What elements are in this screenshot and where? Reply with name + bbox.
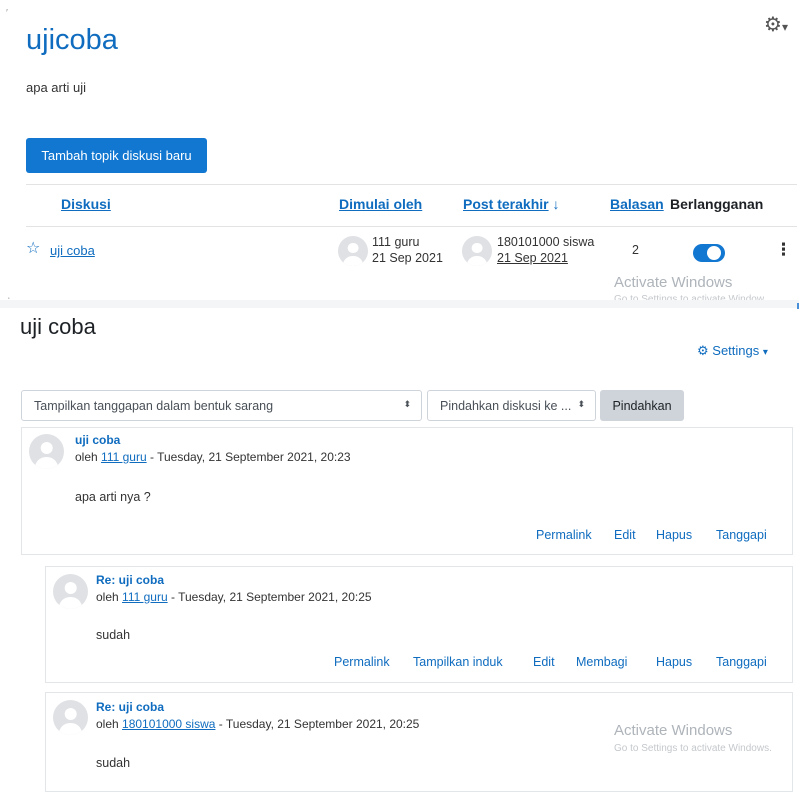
settings-label: Settings <box>712 343 760 358</box>
select-arrow-icon: ⬍ <box>577 399 585 409</box>
avatar <box>53 574 88 609</box>
display-mode-value: Tampilkan tanggapan dalam bentuk sarang <box>34 398 274 413</box>
column-header-discussion[interactable]: Diskusi <box>61 196 111 212</box>
activate-windows-watermark: Activate Windows <box>614 722 733 739</box>
sort-descending-icon: ↓ <box>552 196 560 212</box>
move-discussion-select[interactable]: Pindahkan diskusi ke ... ⬍ <box>427 390 596 421</box>
post-date: - Tuesday, 21 September 2021, 20:23 <box>149 450 351 464</box>
activate-windows-subtext: Go to Settings to activate Windows. <box>614 743 772 754</box>
post-subject: uji coba <box>75 433 121 447</box>
edit-link[interactable]: Edit <box>533 655 555 669</box>
avatar <box>29 434 64 469</box>
screenshot-divider <box>0 300 799 308</box>
last-post-date-link[interactable]: 21 Sep 2021 <box>497 251 568 266</box>
author-link[interactable]: 111 guru <box>101 450 147 464</box>
post-subject: Re: uji coba <box>96 573 165 587</box>
column-header-started-by[interactable]: Dimulai oleh <box>339 196 422 212</box>
post-content: sudah <box>96 628 131 642</box>
author-link[interactable]: 111 guru <box>122 590 168 604</box>
last-post-author: 180101000 siswa <box>497 235 595 249</box>
discussion-title: uji coba <box>20 314 96 339</box>
corner-mark: ′ <box>6 8 8 19</box>
reply-link[interactable]: Tanggapi <box>716 528 767 542</box>
gear-icon: ⚙ <box>697 343 709 358</box>
reply-link[interactable]: Tanggapi <box>716 655 767 669</box>
split-link[interactable]: Membagi <box>576 655 627 669</box>
post-date: - Tuesday, 21 September 2021, 20:25 <box>218 717 420 731</box>
toggle-knob <box>707 246 721 260</box>
column-header-subscription: Berlangganan <box>670 196 764 212</box>
permalink-link[interactable]: Permalink <box>334 655 390 669</box>
delete-link[interactable]: Hapus <box>656 528 692 542</box>
select-arrow-icon: ⬍ <box>403 399 411 409</box>
avatar <box>462 236 492 266</box>
avatar <box>338 236 368 266</box>
column-header-last-post-label: Post terakhir <box>463 196 549 212</box>
star-icon[interactable]: ☆ <box>26 238 40 258</box>
post-byline: oleh 180101000 siswa - Tuesday, 21 Septe… <box>96 717 419 731</box>
edit-link[interactable]: Edit <box>614 528 636 542</box>
post-date: - Tuesday, 21 September 2021, 20:25 <box>170 590 372 604</box>
activate-windows-watermark: Activate Windows <box>614 274 733 291</box>
author-link[interactable]: 180101000 siswa <box>122 717 215 731</box>
post-subject: Re: uji coba <box>96 700 165 714</box>
replies-count: 2 <box>632 243 639 257</box>
move-button[interactable]: Pindahkan <box>600 390 684 421</box>
more-actions-icon[interactable]: ⋮ <box>775 240 792 260</box>
discussion-link[interactable]: uji coba <box>50 243 95 258</box>
byline-prefix: oleh <box>96 590 119 604</box>
column-header-replies[interactable]: Balasan <box>610 196 664 212</box>
chevron-down-icon: ▾ <box>762 347 768 358</box>
corner-mark: ʻ <box>8 296 10 305</box>
started-by-name: 111 guru <box>372 235 420 249</box>
byline-prefix: oleh <box>75 450 98 464</box>
table-top-border <box>26 184 797 185</box>
post-content: apa arti nya ? <box>75 490 151 504</box>
show-parent-link[interactable]: Tampilkan induk <box>413 655 503 669</box>
delete-link[interactable]: Hapus <box>656 655 692 669</box>
post-byline: oleh 111 guru - Tuesday, 21 September 20… <box>96 590 372 604</box>
discussion-settings-menu[interactable]: ⚙ Settings ▾ <box>697 343 768 359</box>
gear-icon: ⚙ <box>764 14 782 36</box>
display-mode-select[interactable]: Tampilkan tanggapan dalam bentuk sarang … <box>21 390 422 421</box>
table-header-border <box>26 226 797 227</box>
post-byline: oleh 111 guru - Tuesday, 21 September 20… <box>75 450 351 464</box>
forum-intro: apa arti uji <box>26 80 86 95</box>
forum-settings-menu[interactable]: ⚙▾ <box>764 12 798 38</box>
chevron-down-icon: ▾ <box>781 20 788 34</box>
permalink-link[interactable]: Permalink <box>536 528 592 542</box>
move-discussion-value: Pindahkan diskusi ke ... <box>440 398 572 413</box>
column-header-last-post[interactable]: Post terakhir ↓ <box>463 196 559 212</box>
started-by-date: 21 Sep 2021 <box>372 251 443 265</box>
avatar <box>53 700 88 735</box>
forum-title: ujicoba <box>26 24 118 56</box>
byline-prefix: oleh <box>96 717 119 731</box>
add-discussion-button[interactable]: Tambah topik diskusi baru <box>26 138 207 173</box>
post-content: sudah <box>96 756 131 770</box>
